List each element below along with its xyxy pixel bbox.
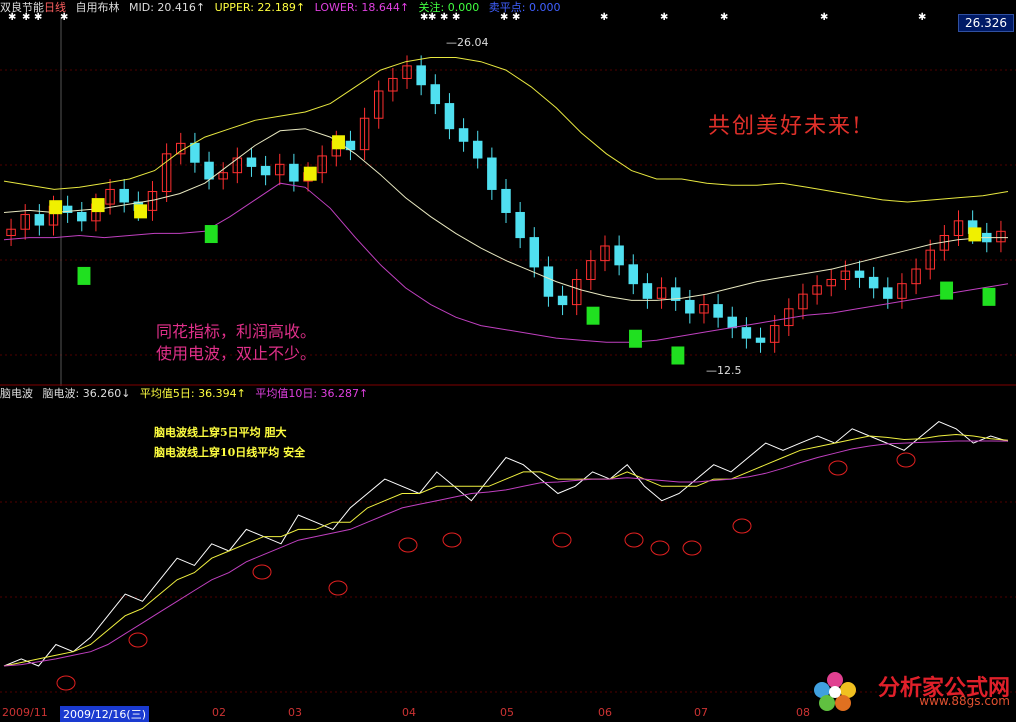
candle-body-13 bbox=[190, 142, 200, 163]
osc-line-2 bbox=[3, 440, 1009, 667]
signal-star-12: ✱ bbox=[720, 12, 728, 23]
low-price-label: —12.5 bbox=[706, 364, 742, 377]
candle-body-36 bbox=[515, 211, 525, 239]
cross-circle-0 bbox=[56, 675, 76, 691]
date-label-6: 06 bbox=[598, 706, 612, 719]
candle-body-52 bbox=[741, 327, 752, 339]
buy-marker-4 bbox=[332, 135, 345, 150]
sell-marker-7 bbox=[204, 225, 218, 244]
signal-star-7: ✱ bbox=[452, 12, 460, 23]
buy-marker-3 bbox=[303, 166, 317, 181]
flower-logo-icon bbox=[814, 672, 856, 711]
date-label-4: 04 bbox=[402, 706, 416, 719]
cross-circle-8 bbox=[650, 540, 670, 556]
date-label-7: 07 bbox=[694, 706, 708, 719]
candle-body-38 bbox=[543, 266, 554, 297]
candle-body-62 bbox=[883, 287, 893, 299]
sell-marker-11 bbox=[940, 281, 954, 300]
cross-circle-1 bbox=[128, 632, 148, 648]
candle-body-37 bbox=[529, 237, 540, 268]
cross-circle-10 bbox=[732, 518, 752, 534]
candle-body-32 bbox=[458, 128, 469, 142]
cross-circle-3 bbox=[328, 580, 348, 596]
cross-circle-12 bbox=[896, 452, 916, 468]
ad-line-2: 使用电波，双止不少。 bbox=[156, 344, 317, 363]
candle-body-44 bbox=[628, 264, 639, 285]
sell-marker-6 bbox=[77, 266, 91, 285]
candle-body-35 bbox=[501, 188, 511, 213]
signal-star-11: ✱ bbox=[660, 12, 668, 23]
buy-marker-0 bbox=[49, 200, 63, 215]
signal-star-13: ✱ bbox=[820, 12, 828, 23]
candle-body-2 bbox=[34, 214, 45, 226]
signal-star-10: ✱ bbox=[600, 12, 608, 23]
candle-body-31 bbox=[444, 103, 455, 130]
candle-body-39 bbox=[557, 295, 568, 306]
cross-circle-9 bbox=[682, 540, 702, 556]
candle-body-20 bbox=[289, 163, 299, 182]
oscillator-chart[interactable] bbox=[0, 392, 1016, 704]
cross-circle-5 bbox=[442, 532, 462, 548]
sell-marker-12 bbox=[982, 287, 996, 306]
sell-marker-8 bbox=[586, 306, 600, 325]
date-label-8: 08 bbox=[796, 706, 810, 719]
signal-star-6: ✱ bbox=[440, 12, 448, 23]
osc-line-1 bbox=[3, 433, 1009, 667]
cross-circle-4 bbox=[398, 537, 418, 553]
site-logo[interactable]: 分析家公式网 www.88gs.com bbox=[814, 670, 1010, 714]
candle-body-5 bbox=[77, 211, 87, 222]
cross-circle-7 bbox=[624, 532, 644, 548]
candle-body-18 bbox=[260, 165, 271, 176]
buy-marker-5 bbox=[968, 227, 982, 242]
slogan: 共创美好未来! bbox=[708, 114, 863, 139]
date-label-2: 02 bbox=[212, 706, 226, 719]
cross-circle-6 bbox=[552, 532, 572, 548]
buy-marker-1 bbox=[91, 198, 105, 213]
candle-body-45 bbox=[642, 283, 653, 299]
signal-star-5: ✱ bbox=[428, 12, 436, 23]
candle-body-17 bbox=[246, 157, 257, 167]
candle-body-43 bbox=[614, 245, 624, 266]
candle-body-8 bbox=[119, 188, 129, 203]
cross-circle-11 bbox=[828, 460, 848, 476]
ad-line-1: 同花指标，利润高收。 bbox=[156, 322, 317, 341]
candle-body-51 bbox=[727, 316, 737, 329]
signal-star-3: ✱ bbox=[60, 12, 68, 23]
osc-note-2: 脑电波线上穿10日线平均 安全 bbox=[154, 446, 306, 459]
candle-body-61 bbox=[868, 276, 879, 289]
signal-star-2: ✱ bbox=[34, 12, 42, 23]
candle-body-14 bbox=[204, 161, 214, 180]
candle-body-33 bbox=[472, 140, 483, 159]
candle-body-29 bbox=[416, 65, 426, 86]
candle-body-50 bbox=[713, 304, 723, 318]
signal-star-9: ✱ bbox=[512, 12, 520, 23]
price-chart[interactable]: —26.04—12.5✱ ✱ ✱ ✱ ✱ ✱ ✱ ✱ ✱ ✱ ✱ ✱ ✱ ✱ ✱ bbox=[0, 0, 1016, 386]
signal-star-8: ✱ bbox=[500, 12, 508, 23]
candle-body-53 bbox=[755, 337, 766, 343]
logo-url: www.88gs.com bbox=[919, 694, 1010, 708]
osc-note-1: 脑电波线上穿5日平均 胆大 bbox=[154, 426, 287, 439]
date-label-5: 05 bbox=[500, 706, 514, 719]
signal-star-14: ✱ bbox=[918, 12, 926, 23]
signal-star-0: ✱ bbox=[8, 12, 16, 23]
high-price-label: —26.04 bbox=[446, 36, 489, 49]
candle-body-60 bbox=[854, 270, 865, 278]
candle-body-48 bbox=[685, 299, 695, 314]
candle-body-34 bbox=[487, 157, 497, 190]
sell-marker-9 bbox=[629, 329, 642, 348]
candle-body-30 bbox=[430, 84, 441, 105]
sell-marker-10 bbox=[671, 346, 685, 365]
buy-marker-2 bbox=[134, 204, 147, 219]
signal-star-1: ✱ bbox=[22, 12, 30, 23]
cross-circle-2 bbox=[252, 564, 272, 580]
date-label-0: 2009/11 bbox=[2, 706, 48, 719]
date-label-3: 03 bbox=[288, 706, 302, 719]
